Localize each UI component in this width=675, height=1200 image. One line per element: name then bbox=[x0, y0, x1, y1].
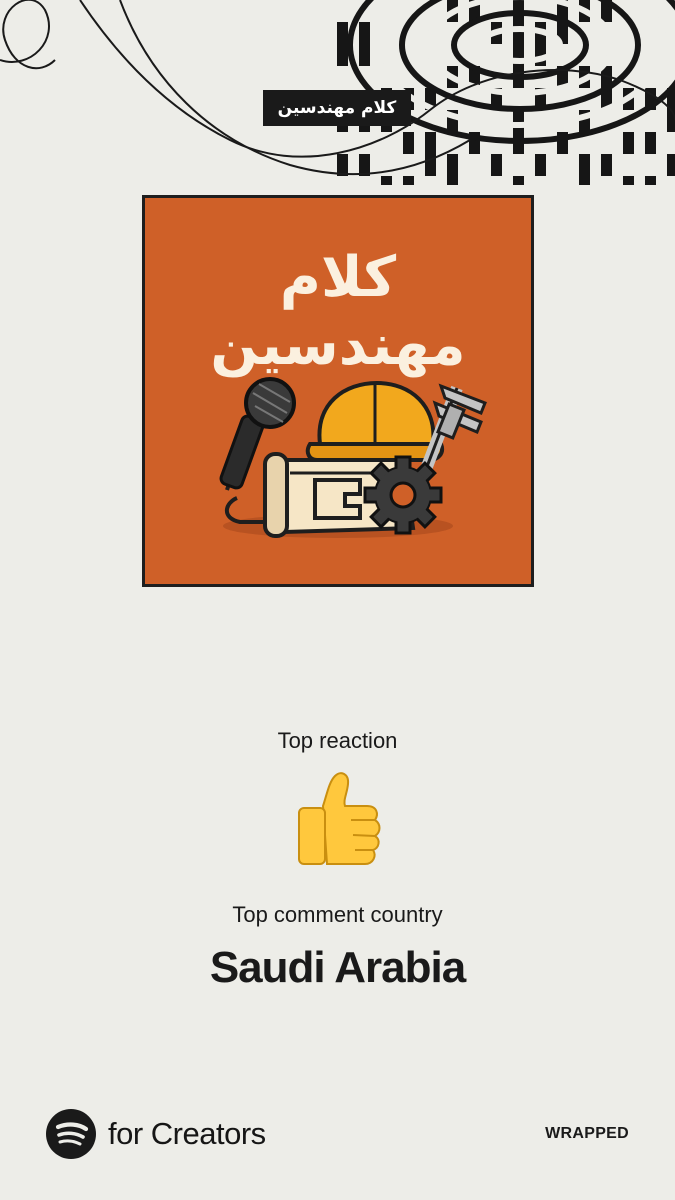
hard-hat-icon bbox=[305, 380, 444, 462]
top-comment-country-value: Saudi Arabia bbox=[209, 943, 466, 992]
wrapped-card: كلام مهندسين كلام مهندسين Top reaction T… bbox=[0, 0, 675, 1200]
thumbs-up-icon bbox=[298, 772, 381, 865]
spotify-for-creators-brand: for Creators bbox=[46, 1109, 266, 1159]
spotify-logo-icon bbox=[46, 1109, 96, 1159]
gear-icon bbox=[363, 455, 443, 535]
brand-text: for Creators bbox=[108, 1116, 266, 1151]
top-comment-country-label: Top comment country bbox=[232, 902, 443, 927]
podcast-cover: كلام مهندسين bbox=[142, 195, 534, 587]
top-reaction-label: Top reaction bbox=[277, 728, 398, 753]
cover-illustration bbox=[219, 377, 487, 538]
podcast-title-tag: كلام مهندسين bbox=[263, 90, 411, 126]
decorative-pattern bbox=[0, 0, 675, 185]
wrapped-label: WRAPPED bbox=[545, 1125, 629, 1142]
